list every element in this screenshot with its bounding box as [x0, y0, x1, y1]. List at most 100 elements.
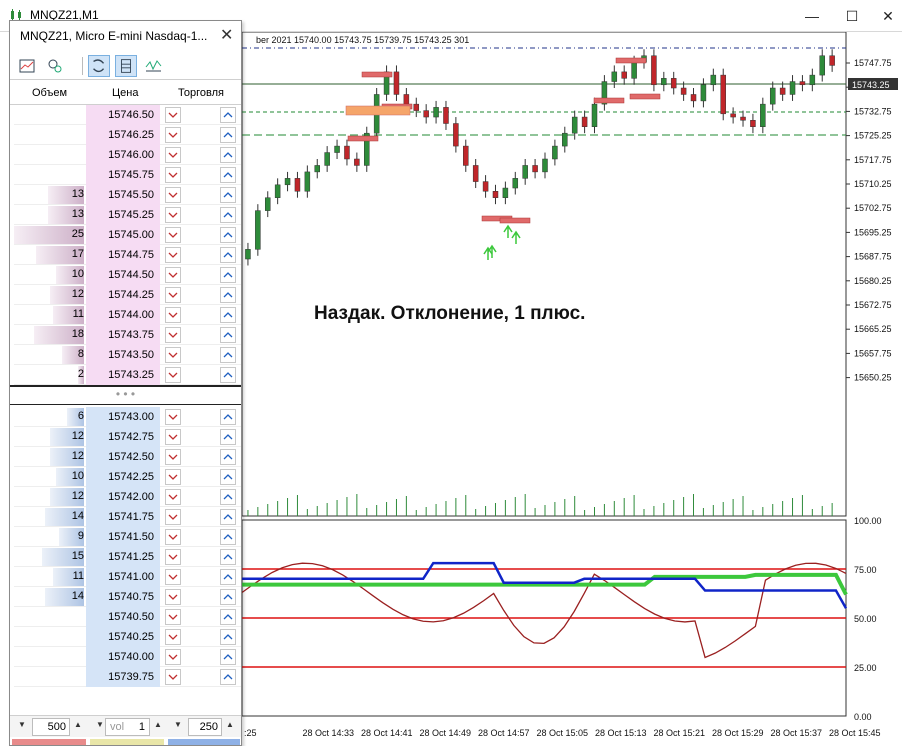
sell-limit-button[interactable]	[165, 127, 181, 143]
row-price[interactable]: 15745.75	[86, 165, 160, 185]
buy-limit-button[interactable]	[220, 649, 236, 665]
sell-limit-button[interactable]	[165, 649, 181, 665]
sell-limit-button[interactable]	[165, 167, 181, 183]
sell-limit-button[interactable]	[165, 669, 181, 685]
row-price[interactable]: 15742.50	[86, 447, 160, 467]
sell-limit-button[interactable]	[165, 589, 181, 605]
sell-limit-button[interactable]	[165, 409, 181, 425]
buy-limit-button[interactable]	[220, 669, 236, 685]
sell-limit-button[interactable]	[165, 207, 181, 223]
sell-limit-button[interactable]	[165, 429, 181, 445]
row-price[interactable]: 15740.50	[86, 607, 160, 627]
buy-button[interactable]	[168, 739, 240, 745]
sell-limit-button[interactable]	[165, 509, 181, 525]
buy-limit-button[interactable]	[220, 347, 236, 363]
row-price[interactable]: 15742.00	[86, 487, 160, 507]
row-price[interactable]: 15745.25	[86, 205, 160, 225]
buy-limit-button[interactable]	[220, 609, 236, 625]
row-price[interactable]: 15742.75	[86, 427, 160, 447]
close-icon[interactable]: ✕	[220, 25, 233, 45]
buy-limit-button[interactable]	[220, 489, 236, 505]
row-price[interactable]: 15743.50	[86, 345, 160, 365]
ticks-icon[interactable]	[143, 55, 165, 77]
buy-limit-button[interactable]	[220, 167, 236, 183]
buy-limit-button[interactable]	[220, 469, 236, 485]
row-price[interactable]: 15739.75	[86, 667, 160, 687]
row-price[interactable]: 15741.25	[86, 547, 160, 567]
row-price[interactable]: 15740.00	[86, 647, 160, 667]
row-price[interactable]: 15743.25	[86, 365, 160, 385]
sell-limit-button[interactable]	[165, 449, 181, 465]
buy-limit-button[interactable]	[220, 629, 236, 645]
maximize-icon[interactable]: ☐	[842, 6, 862, 26]
sell-limit-button[interactable]	[165, 529, 181, 545]
row-price[interactable]: 15746.25	[86, 125, 160, 145]
sell-button[interactable]	[12, 739, 86, 745]
row-price[interactable]: 15746.50	[86, 105, 160, 125]
row-price[interactable]: 15742.25	[86, 467, 160, 487]
sell-limit-button[interactable]	[165, 227, 181, 243]
buy-limit-button[interactable]	[220, 367, 236, 383]
buy-limit-button[interactable]	[220, 227, 236, 243]
row-price[interactable]: 15741.00	[86, 567, 160, 587]
sell-limit-button[interactable]	[165, 307, 181, 323]
increase-icon[interactable]: ▲	[74, 720, 82, 729]
buy-limit-button[interactable]	[220, 327, 236, 343]
right-decrease-icon[interactable]: ▼	[174, 720, 182, 729]
buy-limit-button[interactable]	[220, 307, 236, 323]
buy-limit-button[interactable]	[220, 127, 236, 143]
minimize-icon[interactable]: —	[802, 6, 822, 26]
sell-limit-button[interactable]	[165, 609, 181, 625]
settings-icon[interactable]	[44, 55, 66, 77]
row-price[interactable]: 15741.75	[86, 507, 160, 527]
left-spin-value[interactable]: 500	[32, 718, 70, 736]
row-price[interactable]: 15745.00	[86, 225, 160, 245]
decrease-icon[interactable]: ▼	[18, 720, 26, 729]
buy-limit-button[interactable]	[220, 429, 236, 445]
sell-limit-button[interactable]	[165, 247, 181, 263]
sell-limit-button[interactable]	[165, 287, 181, 303]
price-chart[interactable]: 15747.7515740.2515732.7515725.2515717.75…	[242, 32, 902, 746]
sell-limit-button[interactable]	[165, 147, 181, 163]
close-position-button[interactable]	[90, 739, 164, 745]
chart-view-icon[interactable]	[16, 55, 38, 77]
row-price[interactable]: 15741.50	[86, 527, 160, 547]
row-price[interactable]: 15746.00	[86, 145, 160, 165]
row-price[interactable]: 15744.25	[86, 285, 160, 305]
sell-limit-button[interactable]	[165, 367, 181, 383]
vol-decrease-icon[interactable]: ▼	[96, 720, 104, 729]
row-price[interactable]: 15743.75	[86, 325, 160, 345]
row-price[interactable]: 15740.75	[86, 587, 160, 607]
sell-limit-button[interactable]	[165, 489, 181, 505]
row-price[interactable]: 15744.75	[86, 245, 160, 265]
row-price[interactable]: 15745.50	[86, 185, 160, 205]
row-price[interactable]: 15743.00	[86, 407, 160, 427]
buy-limit-button[interactable]	[220, 147, 236, 163]
sell-limit-button[interactable]	[165, 327, 181, 343]
buy-limit-button[interactable]	[220, 267, 236, 283]
right-spin-value[interactable]: 250	[188, 718, 222, 736]
sell-limit-button[interactable]	[165, 347, 181, 363]
right-increase-icon[interactable]: ▲	[226, 720, 234, 729]
close-icon[interactable]: ✕	[878, 6, 898, 26]
sell-limit-button[interactable]	[165, 187, 181, 203]
sell-limit-button[interactable]	[165, 107, 181, 123]
row-price[interactable]: 15744.00	[86, 305, 160, 325]
sell-limit-button[interactable]	[165, 469, 181, 485]
buy-limit-button[interactable]	[220, 589, 236, 605]
sell-limit-button[interactable]	[165, 569, 181, 585]
buy-limit-button[interactable]	[220, 187, 236, 203]
buy-limit-button[interactable]	[220, 287, 236, 303]
buy-limit-button[interactable]	[220, 549, 236, 565]
volume-input[interactable]: vol 1	[105, 718, 150, 736]
vol-increase-icon[interactable]: ▲	[154, 720, 162, 729]
buy-limit-button[interactable]	[220, 247, 236, 263]
center-price-icon[interactable]	[88, 55, 110, 77]
sell-limit-button[interactable]	[165, 267, 181, 283]
chart-canvas[interactable]: 15747.7515740.2515732.7515725.2515717.75…	[242, 32, 902, 746]
buy-limit-button[interactable]	[220, 107, 236, 123]
buy-limit-button[interactable]	[220, 509, 236, 525]
buy-limit-button[interactable]	[220, 529, 236, 545]
buy-limit-button[interactable]	[220, 207, 236, 223]
row-price[interactable]: 15740.25	[86, 627, 160, 647]
